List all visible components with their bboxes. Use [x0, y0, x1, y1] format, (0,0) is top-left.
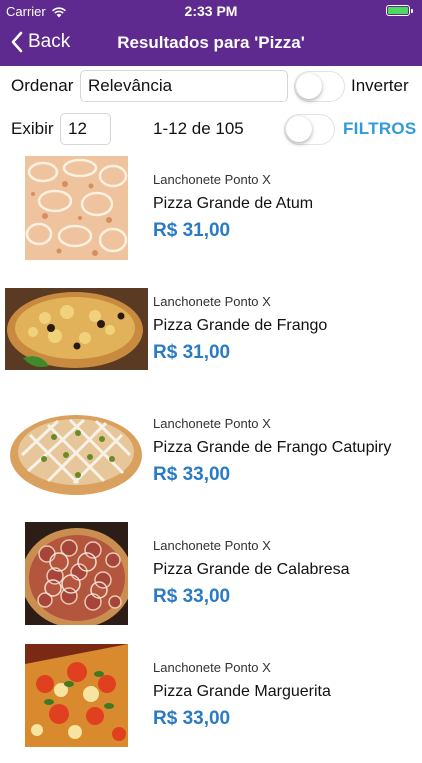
store-name: Lanchonete Ponto X	[153, 538, 271, 553]
invert-label: Inverter	[351, 76, 409, 95]
product-price: R$ 33,00	[153, 708, 231, 729]
header-bar: Carrier 2:33 PM Back Resultados para 'Pi…	[0, 0, 422, 66]
product-item[interactable]: Lanchonete Ponto X Pizza Grande de Atum …	[0, 153, 422, 275]
page-size-field[interactable]: 12	[60, 113, 111, 145]
product-name: Pizza Grande Marguerita	[153, 683, 331, 700]
display-label: Exibir	[11, 119, 54, 138]
product-item[interactable]: Lanchonete Ponto X Pizza Grande Margueri…	[0, 641, 422, 763]
product-name: Pizza Grande de Frango Catupiry	[153, 439, 392, 456]
status-bar: Carrier 2:33 PM	[0, 0, 422, 22]
status-time: 2:33 PM	[184, 3, 238, 19]
filter-toggle[interactable]	[284, 114, 335, 145]
product-price: R$ 31,00	[153, 342, 231, 363]
product-item[interactable]: Lanchonete Ponto X Pizza Grande de Frang…	[0, 397, 422, 519]
display-row: Exibir 12 1-12 de 105 FILTROS	[0, 113, 422, 145]
filters-button[interactable]: FILTROS	[343, 119, 417, 139]
sort-label: Ordenar	[11, 76, 74, 95]
product-image-marguerita	[25, 644, 128, 747]
product-image-calabresa	[25, 522, 128, 625]
product-image-frango-catupiry	[8, 405, 145, 497]
product-image-atum	[25, 156, 128, 260]
battery-level	[388, 7, 408, 14]
product-item[interactable]: Lanchonete Ponto X Pizza Grande de Frang…	[0, 275, 422, 397]
chevron-left-icon	[11, 31, 23, 53]
product-name: Pizza Grande de Calabresa	[153, 561, 350, 578]
store-name: Lanchonete Ponto X	[153, 172, 271, 187]
sort-row: Ordenar Relevância Inverter	[0, 70, 422, 102]
store-name: Lanchonete Ponto X	[153, 660, 271, 675]
sort-select[interactable]: Relevância	[80, 70, 288, 102]
back-label: Back	[28, 31, 71, 52]
toggle-knob	[286, 116, 312, 142]
toggle-knob	[296, 73, 322, 99]
back-button[interactable]: Back	[10, 31, 70, 53]
product-price: R$ 33,00	[153, 464, 231, 485]
result-range: 1-12 de 105	[153, 119, 244, 138]
invert-toggle[interactable]	[294, 71, 345, 102]
product-name: Pizza Grande de Frango	[153, 317, 328, 334]
product-price: R$ 31,00	[153, 220, 231, 241]
product-name: Pizza Grande de Atum	[153, 195, 314, 212]
store-name: Lanchonete Ponto X	[153, 416, 271, 431]
navigation-bar: Back Resultados para 'Pizza'	[0, 22, 422, 66]
product-image-frango	[5, 288, 148, 370]
battery-icon	[386, 5, 413, 16]
store-name: Lanchonete Ponto X	[153, 294, 271, 309]
product-price: R$ 33,00	[153, 586, 231, 607]
product-item[interactable]: Lanchonete Ponto X Pizza Grande de Calab…	[0, 519, 422, 641]
